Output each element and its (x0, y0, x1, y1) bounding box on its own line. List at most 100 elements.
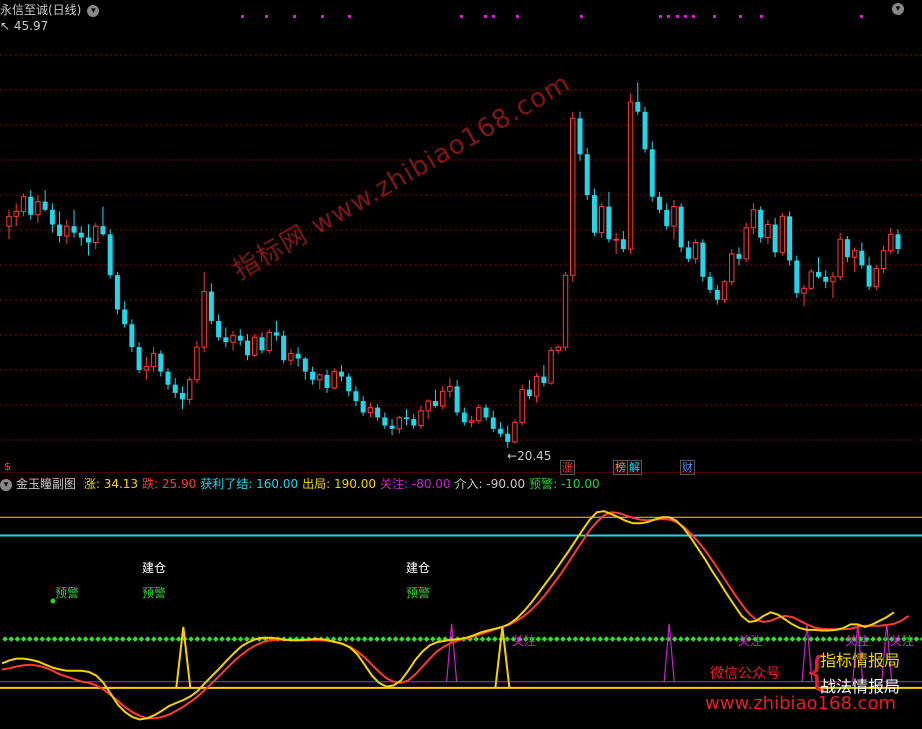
brand-label-1: 指标情报局 (820, 651, 901, 670)
high-arrow-icon: ↖ (0, 19, 11, 33)
yujing-dot (398, 636, 405, 642)
yujing-dot (708, 636, 715, 642)
indicator-header: ▾ 金玉瞳副图 涨: 34.13 跌: 25.90 获利了结: 160.00 出局: 1… (0, 477, 600, 491)
yujing-dot (405, 636, 411, 642)
yujing-dot (429, 636, 436, 642)
indicator-name[interactable]: 金玉瞳副图 (16, 477, 76, 491)
yujing-dot (870, 636, 876, 642)
yujing-dot (157, 636, 163, 642)
yujing-dot (560, 636, 566, 642)
yujing-dot (70, 636, 77, 642)
yujing-dot (33, 636, 39, 642)
indicator-value-2: 获利了结: 160.00 (200, 477, 299, 491)
yujing-dot (801, 636, 808, 642)
yujing-dot (169, 636, 176, 642)
yujing-dot (95, 636, 101, 642)
indicator-value-3: 出局: 190.00 (302, 477, 376, 491)
yujing-dot (839, 636, 845, 642)
yujing-dot (832, 636, 839, 642)
high-price-value: 45.97 (13, 19, 49, 33)
dollar-marker-icon[interactable]: $ (3, 460, 12, 473)
yujing-dot (770, 636, 777, 642)
yujing-dot (20, 636, 27, 642)
yujing-dot (584, 636, 591, 642)
yujing-dot (677, 636, 684, 642)
yujing-dot (615, 636, 622, 642)
yujing-dot (572, 636, 579, 642)
yujing-dot (721, 636, 728, 642)
indicator-value-1: 跌: 25.90 (142, 477, 197, 491)
yujing-dot (219, 636, 225, 642)
yujing-dot (57, 636, 64, 642)
yujing-dot (144, 636, 151, 642)
brand-label-2: 战法情报局 (820, 677, 901, 696)
yujing-dot (820, 636, 827, 642)
stock-title: 永信至诚(日线) (0, 3, 82, 17)
yujing-dot (646, 636, 653, 642)
wechat-label: 微信公众号 (710, 666, 780, 682)
jiancang-label-2: 建仓 (406, 561, 430, 575)
yujing-dot (45, 636, 52, 642)
yujing-dot (795, 636, 802, 642)
guanzhu-label-3: 关注 (845, 633, 869, 648)
yujing-dot (2, 636, 8, 642)
yujing-dot (628, 636, 635, 642)
yujing-dot (150, 636, 157, 642)
yujing-dot (355, 636, 362, 642)
yujing-dot (82, 636, 89, 642)
ranking-badge[interactable]: 榜 (613, 460, 628, 475)
finance-badge[interactable]: 财 (680, 460, 695, 475)
yujing-dot (715, 636, 721, 642)
yujing-dot (777, 636, 783, 642)
yujing-dot (194, 636, 201, 642)
dropdown-icon-right[interactable]: ▾ (892, 3, 904, 15)
yujing-dot (578, 636, 585, 642)
yujing-dot (386, 636, 393, 642)
yujing-dot (163, 636, 170, 642)
indicator-value-4: 关注: -80.00 (380, 477, 451, 491)
chart-window: 预警 建仓 预警 建仓 预警 关注 关注 关注 关注 永信至诚(日线) ▾ ▾ ↖ 45.97 ←… (0, 0, 922, 729)
yujing-dot (566, 636, 573, 642)
yujing-dot (814, 636, 821, 642)
yujing-dot (26, 636, 33, 642)
indicator-value-6: 预警: -10.00 (529, 477, 600, 491)
yujing-label-3: 预警 (406, 585, 430, 600)
yujing-dot (789, 636, 796, 642)
yujing-dot (51, 636, 58, 642)
yujing-dot (343, 636, 349, 642)
yujing-dot (88, 636, 95, 642)
yujing-dot (653, 636, 659, 642)
guanzhu-label-4: 关注 (890, 633, 914, 648)
yujing-dot (541, 636, 548, 642)
indicator-panel: 预警 建仓预警 建仓预警关注 关注 关注 关注 (0, 510, 922, 721)
unlock-badge[interactable]: 解 (627, 460, 642, 475)
yujing-dot (485, 636, 492, 642)
yujing-dot (138, 636, 145, 642)
yujing-dot (8, 636, 15, 642)
title-bar: 永信至诚(日线) ▾ (0, 3, 100, 17)
yujing-dot (206, 636, 213, 642)
yujing-dot (380, 636, 387, 642)
yujing-dot (188, 636, 194, 642)
yujing-dot (671, 636, 678, 642)
yujing-dot (132, 636, 139, 642)
limit-up-badge[interactable]: 涨 (560, 460, 575, 475)
yujing-label-1: 预警 (55, 585, 79, 600)
yujing-dot (535, 636, 542, 642)
yujing-dot (126, 636, 132, 642)
indicator-dropdown-icon[interactable]: ▾ (0, 478, 12, 491)
indicator-values: 涨: 34.13 跌: 25.90 获利了结: 160.00 出局: 190.00 关注… (80, 477, 600, 491)
yujing-dot (597, 636, 604, 642)
yujing-dot (231, 636, 238, 642)
yujing-dot (417, 636, 424, 642)
yujing-dot (374, 636, 380, 642)
yujing-dot (622, 636, 628, 642)
yujing-dot (547, 636, 554, 642)
yujing-dot (119, 636, 126, 642)
dropdown-icon[interactable]: ▾ (87, 4, 100, 17)
yujing-label-2: 预警 (142, 585, 166, 600)
yujing-dot (349, 636, 356, 642)
jiancang-spike (494, 626, 511, 688)
low-price-label: ←20.45 (507, 449, 551, 463)
guanzhu-label-2: 关注 (738, 633, 762, 648)
